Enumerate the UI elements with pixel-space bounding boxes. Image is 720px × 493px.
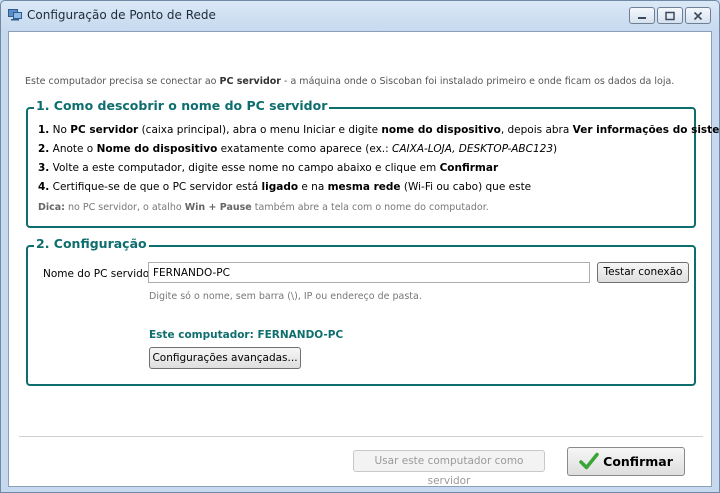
minimize-button[interactable] [629, 7, 655, 24]
network-app-icon [8, 9, 22, 21]
use-as-server-button[interactable]: Usar este computador como servidor [353, 450, 545, 487]
checkmark-icon [579, 452, 599, 470]
instruction-step-1: 1. No PC servidor (caixa principal), abr… [38, 124, 720, 136]
close-icon [693, 11, 703, 20]
advanced-settings-button[interactable]: Configurações avançadas... [149, 347, 301, 369]
server-name-input[interactable] [148, 262, 590, 283]
configuration-group: 2. Configuração Nome do PC servidor: Tes… [26, 236, 696, 386]
configuration-title: 2. Configuração [34, 236, 149, 251]
window-title: Configuração de Ponto de Rede [27, 8, 216, 22]
instruction-step-3: 3. Volte a este computador, digite esse … [38, 162, 499, 174]
footer-divider [19, 436, 703, 437]
maximize-icon [665, 11, 675, 20]
confirm-button-label: Confirmar [603, 454, 673, 469]
dialog-window: Configuração de Ponto de Rede Este compu… [0, 0, 720, 493]
instruction-step-2: 2. Anote o Nome do dispositivo exatament… [38, 143, 558, 155]
confirm-button[interactable]: Confirmar [567, 447, 685, 476]
instruction-step-4: 4. Certifique-se de que o PC servidor es… [38, 181, 532, 193]
close-button[interactable] [685, 7, 711, 24]
instructions-title: 1. Como descobrir o nome do PC servidor [34, 98, 330, 113]
title-bar[interactable]: Configuração de Ponto de Rede [1, 1, 719, 31]
instructions-hint: Dica: no PC servidor, o atalho Win + Pau… [38, 202, 489, 213]
intro-text: Este computador precisa se conectar ao P… [25, 76, 675, 87]
maximize-button[interactable] [657, 7, 683, 24]
server-name-label: Nome do PC servidor: [43, 268, 157, 280]
instructions-group: 1. Como descobrir o nome do PC servidor … [26, 98, 720, 228]
test-connection-button[interactable]: Testar conexão [597, 262, 689, 283]
dialog-body: Este computador precisa se conectar ao P… [8, 31, 720, 487]
server-name-hint: Digite só o nome, sem barra (\), IP ou e… [149, 291, 422, 302]
this-computer-label: Este computador: FERNANDO-PC [149, 329, 344, 341]
minimize-icon [638, 16, 646, 19]
